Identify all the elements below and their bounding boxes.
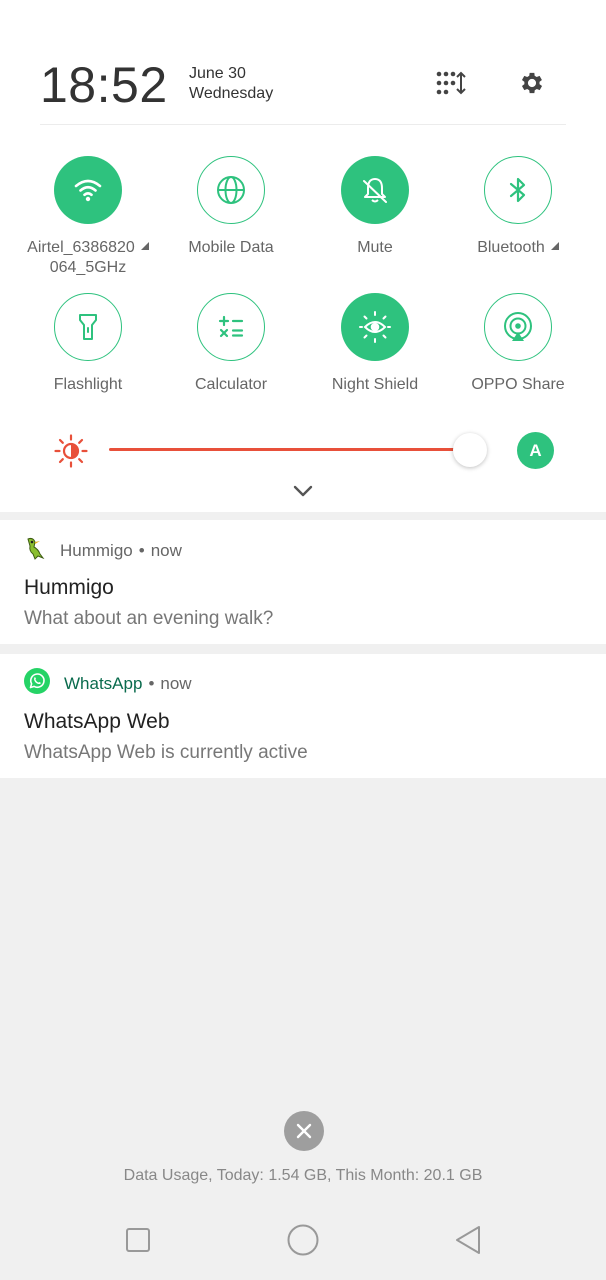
wifi-icon[interactable] <box>54 156 122 224</box>
tile-night-shield[interactable]: Night Shield <box>305 293 445 395</box>
clear-all-button[interactable] <box>284 1111 324 1151</box>
day-text: Wednesday <box>189 85 274 102</box>
bluetooth-label: Bluetooth <box>477 239 545 256</box>
globe-icon[interactable] <box>197 156 265 224</box>
date-block: June 30 Wednesday <box>189 64 273 104</box>
gear-icon[interactable] <box>515 66 549 100</box>
bell-off-icon[interactable] <box>341 156 409 224</box>
notification-body: What about an evening walk? <box>24 608 274 629</box>
notification-header: Hummigo • now <box>24 536 182 565</box>
calculator-icon[interactable] <box>197 293 265 361</box>
tile-label: Mobile Data <box>188 239 274 256</box>
recent-apps-button[interactable] <box>120 1222 156 1258</box>
notification-title: Hummigo <box>24 576 114 599</box>
notification-header: WhatsApp • now <box>24 668 192 699</box>
bluetooth-icon[interactable] <box>484 156 552 224</box>
tile-label: Mute <box>357 239 393 256</box>
tile-mobile-data[interactable]: Mobile Data <box>161 156 301 258</box>
circle-icon <box>287 1224 319 1256</box>
square-icon <box>126 1228 150 1252</box>
notification-time: now <box>150 540 182 560</box>
tile-mute[interactable]: Mute <box>305 156 445 258</box>
tile-wifi[interactable]: Airtel_6386820 064_5GHz <box>18 156 158 278</box>
hummigo-app-icon <box>24 536 46 565</box>
eye-sun-icon[interactable] <box>341 293 409 361</box>
grid-sort-icon[interactable] <box>434 66 468 100</box>
brightness-slider[interactable] <box>109 448 485 451</box>
expand-triangle-icon <box>550 242 559 250</box>
notification-app-name: Hummigo <box>60 540 133 560</box>
tile-calculator[interactable]: Calculator <box>161 293 301 395</box>
separator-dot: • <box>138 540 145 560</box>
notification-card[interactable]: WhatsApp • now WhatsApp Web WhatsApp Web… <box>0 654 606 778</box>
notification-body: WhatsApp Web is currently active <box>24 742 308 763</box>
tile-label: Airtel_6386820 064_5GHz <box>27 238 149 278</box>
tile-label: Flashlight <box>53 376 123 393</box>
notification-time: now <box>160 673 192 693</box>
share-signal-icon[interactable] <box>484 293 552 361</box>
tile-label: Calculator <box>194 376 268 393</box>
quick-settings-panel: 18:52 June 30 Wednesday Airtel_6386820 0… <box>0 0 606 512</box>
triangle-back-icon <box>456 1226 480 1254</box>
chevron-down-icon[interactable] <box>292 484 314 503</box>
separator-dot: • <box>148 673 155 693</box>
date-text: June 30 <box>189 65 246 82</box>
notification-card[interactable]: Hummigo • now Hummigo What about an even… <box>0 520 606 644</box>
tile-bluetooth[interactable]: Bluetooth <box>448 156 588 258</box>
brightness-icon <box>54 434 88 473</box>
home-button[interactable] <box>285 1222 321 1258</box>
brightness-slider-thumb[interactable] <box>452 433 487 467</box>
notification-app-name: WhatsApp <box>64 673 143 693</box>
wifi-network-name: Airtel_6386820 <box>27 239 135 256</box>
back-button[interactable] <box>450 1222 486 1258</box>
wifi-network-name-line2: 064_5GHz <box>49 259 127 276</box>
tile-label: Bluetooth <box>477 238 559 258</box>
tile-label: Night Shield <box>331 376 419 393</box>
tile-oppo-share[interactable]: OPPO Share <box>448 293 588 395</box>
tile-flashlight[interactable]: Flashlight <box>18 293 158 395</box>
close-icon <box>296 1123 312 1139</box>
notification-title: WhatsApp Web <box>24 710 170 733</box>
whatsapp-app-icon <box>24 668 50 699</box>
expand-triangle-icon <box>140 242 149 250</box>
data-usage-text: Data Usage, Today: 1.54 GB, This Month: … <box>123 1167 483 1184</box>
flashlight-icon[interactable] <box>54 293 122 361</box>
tile-label: OPPO Share <box>471 376 565 393</box>
header-divider <box>40 124 566 125</box>
auto-brightness-button[interactable]: A <box>517 432 554 469</box>
clock: 18:52 <box>40 57 168 113</box>
